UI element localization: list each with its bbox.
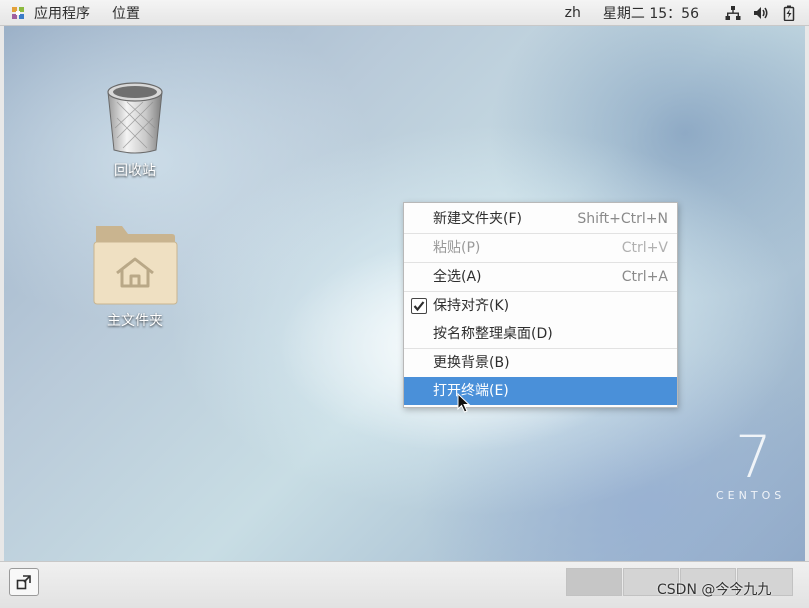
menu-item-arrange-by-name[interactable]: 按名称整理桌面(D) — [404, 320, 677, 349]
top-panel-right: zh 星期二 15：56 — [565, 0, 809, 25]
menu-item-label: 新建文件夹(F) — [433, 211, 522, 227]
desktop-icon-home-folder[interactable]: 主文件夹 — [90, 222, 180, 330]
workspace-1[interactable] — [566, 568, 622, 596]
volume-icon[interactable] — [753, 5, 769, 21]
centos-brand-word: CENTOS — [716, 489, 786, 502]
desktop-context-menu: 新建文件夹(F) Shift+Ctrl+N 粘贴(P) Ctrl+V 全选(A)… — [403, 202, 678, 408]
menu-item-label: 全选(A) — [433, 269, 482, 285]
menu-item-label: 更换背景(B) — [433, 355, 510, 371]
top-panel-left: 应用程序 位置 — [10, 0, 162, 25]
desktop-icon-label: 主文件夹 — [107, 313, 163, 329]
desktop-icon-label: 回收站 — [114, 163, 156, 179]
centos-logo-icon[interactable] — [10, 5, 26, 21]
top-panel: 应用程序 位置 zh 星期二 15：56 — [0, 0, 809, 26]
mouse-cursor-icon — [457, 393, 471, 413]
places-menu[interactable]: 位置 — [112, 3, 140, 23]
menu-item-label: 保持对齐(K) — [433, 298, 510, 314]
menu-item-shortcut: Ctrl+A — [621, 269, 668, 285]
input-language-indicator[interactable]: zh — [565, 5, 581, 21]
applications-menu[interactable]: 应用程序 — [34, 3, 90, 23]
menu-item-shortcut: Ctrl+V — [621, 240, 668, 256]
bottom-panel: CSDN @今今九九 — [0, 561, 809, 608]
trash-icon — [107, 82, 163, 154]
menu-item-label: 按名称整理桌面(D) — [433, 326, 553, 342]
watermark: CSDN @今今九九 — [657, 582, 772, 598]
menu-item-open-terminal[interactable]: 打开终端(E) — [404, 377, 677, 405]
menu-item-shortcut: Shift+Ctrl+N — [577, 211, 668, 227]
home-folder-icon — [93, 226, 178, 305]
menu-item-new-folder[interactable]: 新建文件夹(F) Shift+Ctrl+N — [404, 205, 677, 234]
desktop-icon-trash[interactable]: 回收站 — [90, 78, 180, 180]
keep-aligned-checkbox[interactable] — [411, 298, 427, 314]
centos-brand-number: 7 — [735, 423, 772, 491]
menu-item-change-background[interactable]: 更换背景(B) — [404, 349, 677, 377]
menu-item-keep-aligned[interactable]: 保持对齐(K) — [404, 292, 677, 320]
checkmark-icon — [413, 301, 425, 312]
menu-item-label: 粘贴(P) — [433, 240, 481, 256]
network-icon[interactable] — [725, 5, 741, 21]
show-desktop-button[interactable] — [9, 568, 39, 596]
show-desktop-icon — [16, 575, 31, 590]
battery-icon[interactable] — [781, 5, 797, 21]
menu-item-select-all[interactable]: 全选(A) Ctrl+A — [404, 263, 677, 292]
menu-item-paste: 粘贴(P) Ctrl+V — [404, 234, 677, 263]
clock[interactable]: 星期二 15：56 — [603, 3, 699, 23]
